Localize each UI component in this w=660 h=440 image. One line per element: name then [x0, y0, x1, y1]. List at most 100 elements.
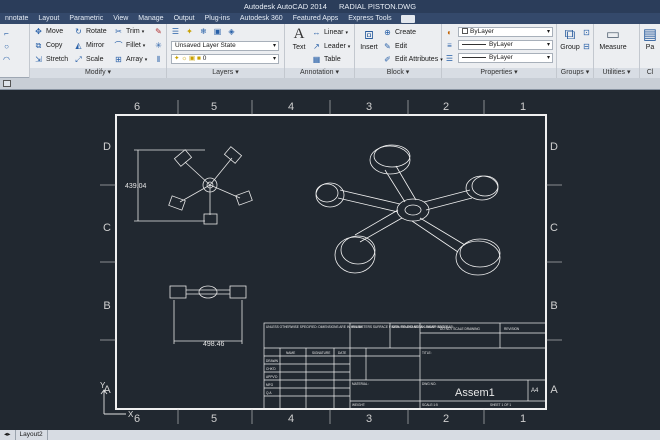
create-block-button[interactable]: ⊕ Create — [383, 27, 416, 38]
lightbulb-icon: ✦ — [186, 27, 193, 36]
match-properties-button[interactable]: ◐ — [445, 27, 457, 38]
circle-icon[interactable]: ○ — [2, 41, 14, 52]
top-view — [134, 146, 253, 225]
move-icon: ✥ — [35, 27, 42, 36]
panel-block-title[interactable]: Block ▾ — [355, 68, 441, 78]
tab-annotate[interactable]: nnotate — [0, 13, 33, 24]
tb-title: TITLE: — [422, 351, 432, 355]
panel-modify-title[interactable]: Modify ▾ — [30, 68, 166, 78]
group-edit-button[interactable]: ⊟ — [582, 41, 594, 52]
tab-manage[interactable]: Manage — [133, 13, 168, 24]
array-button[interactable]: ⊞ Array ▾ — [114, 54, 147, 65]
ribbon-options-icon[interactable] — [400, 14, 415, 23]
copy-button[interactable]: ⧉ Copy — [34, 40, 63, 51]
fillet-button[interactable]: ⌒ Fillet ▾ — [114, 40, 146, 51]
layer-properties-button[interactable]: ☰ — [171, 26, 183, 37]
offset-icon: ⫴ — [156, 55, 161, 64]
ungroup-icon: ⊡ — [583, 28, 590, 37]
tab-layout2[interactable]: Layout2 — [16, 430, 48, 440]
erase-icon: ✎ — [155, 27, 162, 36]
tab-layout[interactable]: Layout — [33, 13, 64, 24]
leader-button[interactable]: ↗ Leader ▾ — [312, 41, 350, 52]
move-button[interactable]: ✥ Move — [34, 26, 63, 37]
tab-express-tools[interactable]: Express Tools — [343, 13, 396, 24]
mirror-button[interactable]: ◭ Mirror — [74, 40, 104, 51]
edit-attributes-button[interactable]: ✐ Edit Attributes ▾ — [383, 54, 443, 65]
panel-layers-title[interactable]: Layers ▾ — [167, 68, 284, 78]
layer-iso-button[interactable]: ◈ — [227, 26, 239, 37]
panel-utilities: ▭ Measure Utilities ▾ — [594, 24, 640, 78]
copy-icon: ⧉ — [35, 41, 42, 50]
tb-revision: REVISION — [504, 327, 520, 331]
panel-layers: ☰ ✦ ❄ ▣ ◈ Unsaved Layer State ▾ ✦ ☼ ▣ ■ 0… — [167, 24, 285, 78]
linetype-icon: ≡ — [447, 41, 452, 50]
layer-state-dropdown[interactable]: Unsaved Layer State ▾ — [171, 41, 279, 51]
panel-clipboard-title[interactable]: Cl — [640, 68, 660, 78]
row-label-c-right: C — [550, 222, 558, 234]
col-label-4-bottom: 4 — [288, 413, 294, 425]
front-view — [169, 285, 247, 344]
file-tab-icon[interactable] — [3, 80, 11, 87]
tab-plugins[interactable]: Plug-ins — [200, 13, 235, 24]
row-label-a-right: A — [550, 384, 558, 396]
lineweight-dropdown[interactable]: ByLayer ▾ — [458, 53, 553, 63]
ungroup-button[interactable]: ⊡ — [582, 27, 594, 38]
layer-dropdown[interactable]: ✦ ☼ ▣ ■ 0 ▾ — [171, 54, 279, 64]
array-icon: ⊞ — [115, 55, 122, 64]
color-dropdown[interactable]: ByLayer ▾ — [458, 27, 553, 37]
linetype-dropdown[interactable]: ByLayer ▾ — [458, 40, 553, 50]
tab-view[interactable]: View — [108, 13, 133, 24]
layer-freeze-button[interactable]: ❄ — [199, 26, 211, 37]
col-label-2: 2 — [443, 101, 449, 113]
explode-button[interactable]: ✳ — [154, 40, 166, 51]
erase-button[interactable]: ✎ — [154, 26, 166, 37]
panel-annotation-title[interactable]: Annotation ▾ — [285, 68, 354, 78]
trim-icon: ✂ — [115, 27, 122, 36]
tb-weight: WEIGHT: — [352, 403, 365, 407]
layout-tab-bar: ◂▸ Layout2 — [0, 430, 660, 440]
measure-icon: ▭ — [605, 26, 621, 43]
panel-clipboard: ▤ Pa Cl — [640, 24, 660, 78]
stretch-button[interactable]: ⇲ Stretch — [34, 54, 68, 65]
tb-date: DATE — [338, 351, 346, 355]
mirror-icon: ◭ — [75, 41, 82, 50]
panel-groups-title[interactable]: Groups ▾ — [557, 68, 593, 78]
tb-row-drawn: DRAWN — [266, 359, 279, 363]
arc-icon[interactable]: ◠ — [2, 54, 14, 65]
linear-dimension-button[interactable]: ↔ Linear ▾ — [312, 27, 348, 38]
offset-button[interactable]: ⫴ — [154, 54, 166, 65]
group-button[interactable]: ⧉ Group — [559, 26, 581, 51]
drawing-sheet[interactable]: 6 5 4 3 2 1 6 5 4 3 2 1 D C B A D C B A — [0, 90, 660, 430]
dimension-icon: ↔ — [312, 28, 321, 37]
panel-utilities-title[interactable]: Utilities ▾ — [594, 68, 639, 78]
measure-button[interactable]: ▭ Measure — [596, 26, 630, 51]
rotate-button[interactable]: ↻ Rotate — [74, 26, 106, 37]
edit-block-button[interactable]: ✎ Edit — [383, 41, 407, 52]
panel-properties-title[interactable]: Properties ▾ — [442, 68, 556, 78]
tb-scale: SCALE:1:5 — [422, 403, 438, 407]
polyline-icon[interactable]: ⌐ — [2, 28, 14, 39]
panel-annotation: A Text ↔ Linear ▾ ↗ Leader ▾ ▦ Table Annotati… — [285, 24, 355, 78]
paste-icon: ▤ — [642, 26, 658, 43]
layer-off-button[interactable]: ✦ — [185, 26, 197, 37]
layout-nav-icon[interactable]: ◂▸ — [0, 430, 16, 440]
tab-parametric[interactable]: Parametric — [64, 13, 108, 24]
layer-lock-button[interactable]: ▣ — [213, 26, 225, 37]
insert-button[interactable]: ⧈ Insert — [357, 26, 381, 51]
paste-button[interactable]: ▤ Pa — [641, 26, 659, 51]
tab-output[interactable]: Output — [169, 13, 200, 24]
text-button[interactable]: A Text — [288, 26, 310, 51]
title-bar: Autodesk AutoCAD 2014 RADIAL PISTON.DWG — [0, 0, 660, 13]
trim-button[interactable]: ✂ Trim ▾ — [114, 26, 144, 37]
ribbon: ⌐ ○ ◠ ✥ Move ↻ Rotate ✂ Trim ▾ ✎ ⧉ Copy ◭ Mirr… — [0, 24, 660, 78]
app-title: Autodesk AutoCAD 2014 — [243, 2, 327, 11]
drawing-area[interactable]: 6 5 4 3 2 1 6 5 4 3 2 1 D C B A D C B A — [0, 90, 660, 430]
match-properties-icon: ◐ — [447, 28, 452, 37]
lineweight-icon: ☰ — [445, 54, 454, 63]
scale-button[interactable]: ⤢ Scale — [74, 54, 103, 65]
layer-properties-icon: ☰ — [171, 27, 180, 36]
tab-featured-apps[interactable]: Featured Apps — [288, 13, 344, 24]
tab-autodesk-360[interactable]: Autodesk 360 — [235, 13, 288, 24]
table-button[interactable]: ▦ Table — [312, 54, 341, 65]
ucs-x-label: X — [128, 410, 134, 419]
